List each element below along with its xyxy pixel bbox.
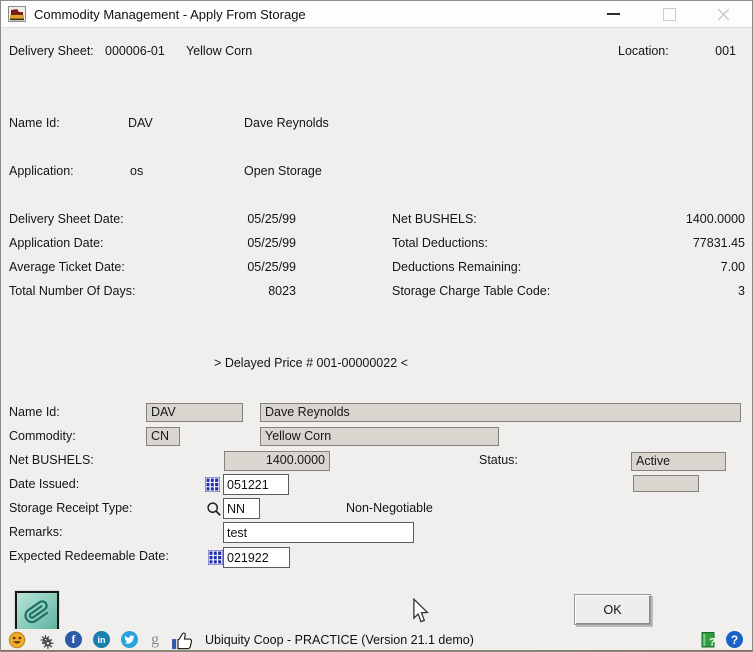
linkedin-icon[interactable]: in (93, 631, 110, 648)
summary-value: 1400.0000 (685, 212, 745, 226)
summary-value: 3 (738, 284, 745, 298)
summary-label: Delivery Sheet Date: (9, 212, 124, 226)
minimize-button[interactable] (591, 1, 635, 27)
form-name-id-description-field: Dave Reynolds (260, 403, 741, 422)
status-bar: f in g Ubiquity Coop - PRACTICE (Version… (1, 629, 752, 650)
form-commodity-code-field: CN (146, 427, 180, 446)
expected-date-calendar-icon[interactable] (207, 549, 223, 565)
summary-label: Average Ticket Date: (9, 260, 125, 274)
facebook-icon[interactable]: f (65, 631, 82, 648)
minimize-icon (606, 13, 620, 15)
maximize-button[interactable] (647, 1, 691, 27)
form-net-bushels-label: Net BUSHELS: (9, 453, 94, 467)
help-book-icon[interactable]: ? (700, 631, 718, 649)
form-expected-redeemable-date-label: Expected Redeemable Date: (9, 549, 169, 563)
svg-text:?: ? (709, 636, 716, 648)
delivery-sheet-commodity: Yellow Corn (186, 44, 253, 58)
summary-value: 8023 (268, 284, 296, 298)
form-commodity-label: Commodity: (9, 429, 76, 443)
form-status-field: Active (631, 452, 726, 471)
delivery-sheet-label: Delivery Sheet: (9, 44, 94, 58)
delivery-sheet-number: 000006-01 (105, 44, 165, 58)
summary-value: 05/25/99 (247, 260, 296, 274)
storage-receipt-type-input[interactable] (223, 498, 260, 519)
application-code: os (130, 164, 144, 178)
form-name-id-label: Name Id: (9, 405, 60, 419)
form-status-label: Status: (479, 453, 518, 467)
form-commodity-description-field: Yellow Corn (260, 427, 499, 446)
summary-label: Storage Charge Table Code: (392, 284, 551, 298)
summary-value: 77831.45 (692, 236, 745, 250)
google-icon[interactable]: g (151, 631, 159, 649)
form-net-bushels-field: 1400.0000 (224, 451, 330, 471)
smiley-icon[interactable] (8, 631, 26, 649)
empty-gray-field (633, 475, 699, 492)
close-icon (717, 8, 729, 20)
settings-gears-icon[interactable] (35, 630, 55, 649)
location-label: Location: (618, 44, 669, 58)
close-button[interactable] (701, 1, 745, 27)
summary-label: Total Number Of Days: (9, 284, 136, 298)
expected-redeemable-date-input[interactable] (223, 547, 290, 568)
title-bar: Commodity Management - Apply From Storag… (1, 1, 752, 28)
mouse-cursor (413, 598, 429, 623)
form-name-id-code-field: DAV (146, 403, 243, 422)
summary-label: Net BUSHELS: (392, 212, 477, 226)
app-icon (8, 6, 26, 22)
twitter-bird-icon (124, 635, 135, 644)
name-id-label: Name Id: (9, 116, 60, 130)
summary-label: Total Deductions: (392, 236, 488, 250)
attachment-button[interactable] (15, 591, 59, 633)
storage-receipt-lookup-icon[interactable] (205, 500, 222, 517)
remarks-input[interactable] (223, 522, 414, 543)
summary-label: Deductions Remaining: (392, 260, 522, 274)
ok-button[interactable]: OK (574, 594, 651, 625)
date-issued-input[interactable] (223, 474, 289, 495)
form-storage-receipt-type-label: Storage Receipt Type: (9, 501, 133, 515)
summary-value: 7.00 (720, 260, 745, 274)
twitter-icon[interactable] (121, 631, 138, 648)
help-circle-icon[interactable]: ? (726, 631, 743, 648)
ok-button-label: OK (603, 602, 622, 617)
thumbs-up-icon[interactable] (171, 630, 195, 650)
location-value: 001 (715, 44, 736, 58)
application-name: Open Storage (244, 164, 322, 178)
paperclip-icon (24, 600, 49, 624)
storage-receipt-type-description: Non-Negotiable (346, 501, 433, 515)
summary-value: 05/25/99 (247, 236, 296, 250)
summary-label: Application Date: (9, 236, 104, 250)
summary-value: 05/25/99 (247, 212, 296, 226)
status-bar-text: Ubiquity Coop - PRACTICE (Version 21.1 d… (205, 632, 474, 647)
date-issued-calendar-icon[interactable] (204, 476, 220, 492)
window-title: Commodity Management - Apply From Storag… (34, 6, 306, 22)
maximize-icon (662, 7, 676, 21)
name-id-code: DAV (128, 116, 153, 130)
delayed-price-banner: > Delayed Price # 001-00000022 < (214, 356, 408, 370)
form-date-issued-label: Date Issued: (9, 477, 80, 491)
name-id-name: Dave Reynolds (244, 116, 329, 130)
application-label: Application: (9, 164, 74, 178)
apply-from-storage-window: Commodity Management - Apply From Storag… (0, 0, 753, 652)
form-remarks-label: Remarks: (9, 525, 63, 539)
